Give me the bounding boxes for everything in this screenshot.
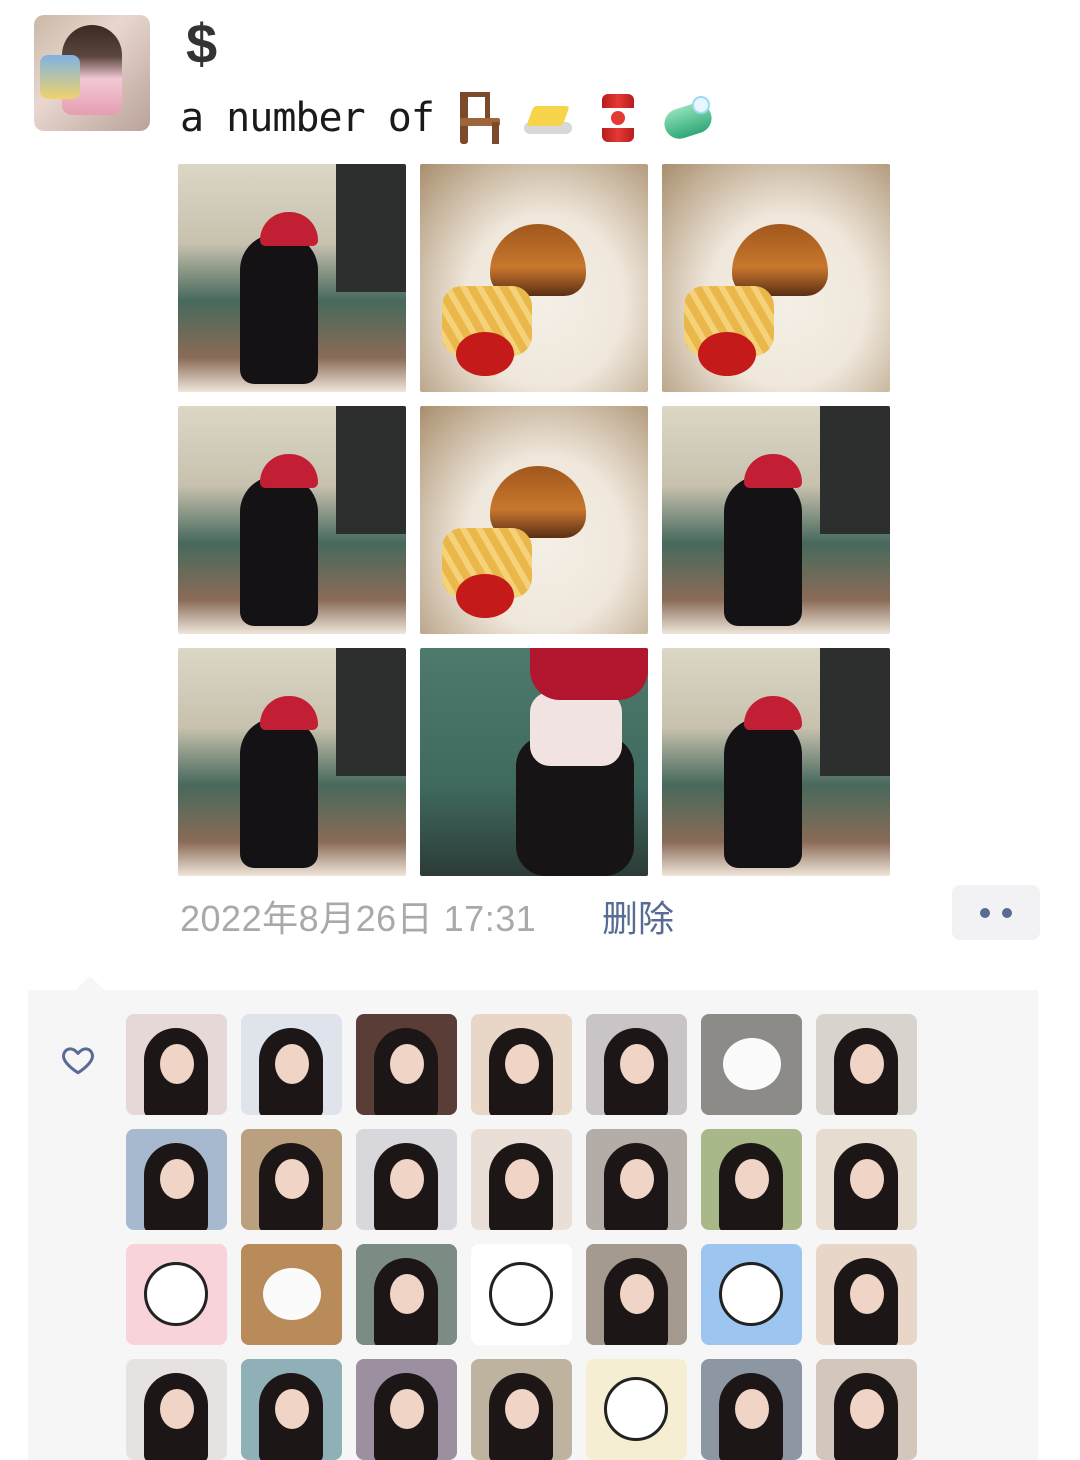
liker-avatar[interactable]	[241, 1014, 342, 1115]
liker-avatar[interactable]	[816, 1129, 917, 1230]
post-photo[interactable]	[178, 648, 406, 876]
liker-avatar[interactable]	[126, 1244, 227, 1345]
photo-grid	[178, 164, 890, 876]
liker-avatar[interactable]	[586, 1359, 687, 1460]
more-options-button[interactable]	[952, 885, 1040, 940]
post-text-words: a number of	[180, 95, 435, 141]
liker-avatar[interactable]	[241, 1129, 342, 1230]
liker-avatar[interactable]	[586, 1014, 687, 1115]
liker-avatar[interactable]	[126, 1014, 227, 1115]
liker-avatar[interactable]	[586, 1244, 687, 1345]
liker-avatar[interactable]	[701, 1244, 802, 1345]
likes-grid	[126, 1014, 917, 1460]
liker-avatar[interactable]	[586, 1129, 687, 1230]
soap-icon	[660, 92, 716, 144]
liker-avatar[interactable]	[471, 1129, 572, 1230]
post-photo[interactable]	[662, 164, 890, 392]
heart-icon	[62, 1047, 94, 1075]
liker-avatar[interactable]	[471, 1244, 572, 1345]
dot-icon	[980, 908, 990, 918]
liker-avatar[interactable]	[816, 1359, 917, 1460]
liker-avatar[interactable]	[701, 1129, 802, 1230]
delete-link[interactable]: 删除	[602, 890, 674, 942]
liker-avatar[interactable]	[356, 1129, 457, 1230]
post-photo[interactable]	[420, 164, 648, 392]
liker-avatar[interactable]	[126, 1359, 227, 1460]
liker-avatar[interactable]	[356, 1014, 457, 1115]
post-photo[interactable]	[662, 648, 890, 876]
post-photo[interactable]	[178, 164, 406, 392]
post-photo[interactable]	[420, 406, 648, 634]
liker-avatar[interactable]	[471, 1014, 572, 1115]
author-name[interactable]: $	[186, 14, 217, 74]
liker-avatar[interactable]	[241, 1359, 342, 1460]
liker-avatar[interactable]	[471, 1359, 572, 1460]
likes-panel	[28, 976, 1038, 1460]
post-photo[interactable]	[178, 406, 406, 634]
liker-avatar[interactable]	[356, 1359, 457, 1460]
liker-avatar[interactable]	[816, 1014, 917, 1115]
post-text: a number of	[180, 88, 716, 148]
chair-icon	[452, 92, 504, 144]
post-photo[interactable]	[662, 406, 890, 634]
butter-icon	[522, 92, 574, 144]
liker-avatar[interactable]	[701, 1359, 802, 1460]
dot-icon	[1002, 908, 1012, 918]
post-timestamp: 2022年8月26日 17:31	[180, 898, 537, 939]
post-photo[interactable]	[420, 648, 648, 876]
canned-food-icon	[592, 92, 644, 144]
liker-avatar[interactable]	[241, 1244, 342, 1345]
liker-avatar[interactable]	[701, 1014, 802, 1115]
liker-avatar[interactable]	[356, 1244, 457, 1345]
liker-avatar[interactable]	[816, 1244, 917, 1345]
author-avatar[interactable]	[34, 15, 150, 131]
liker-avatar[interactable]	[126, 1129, 227, 1230]
